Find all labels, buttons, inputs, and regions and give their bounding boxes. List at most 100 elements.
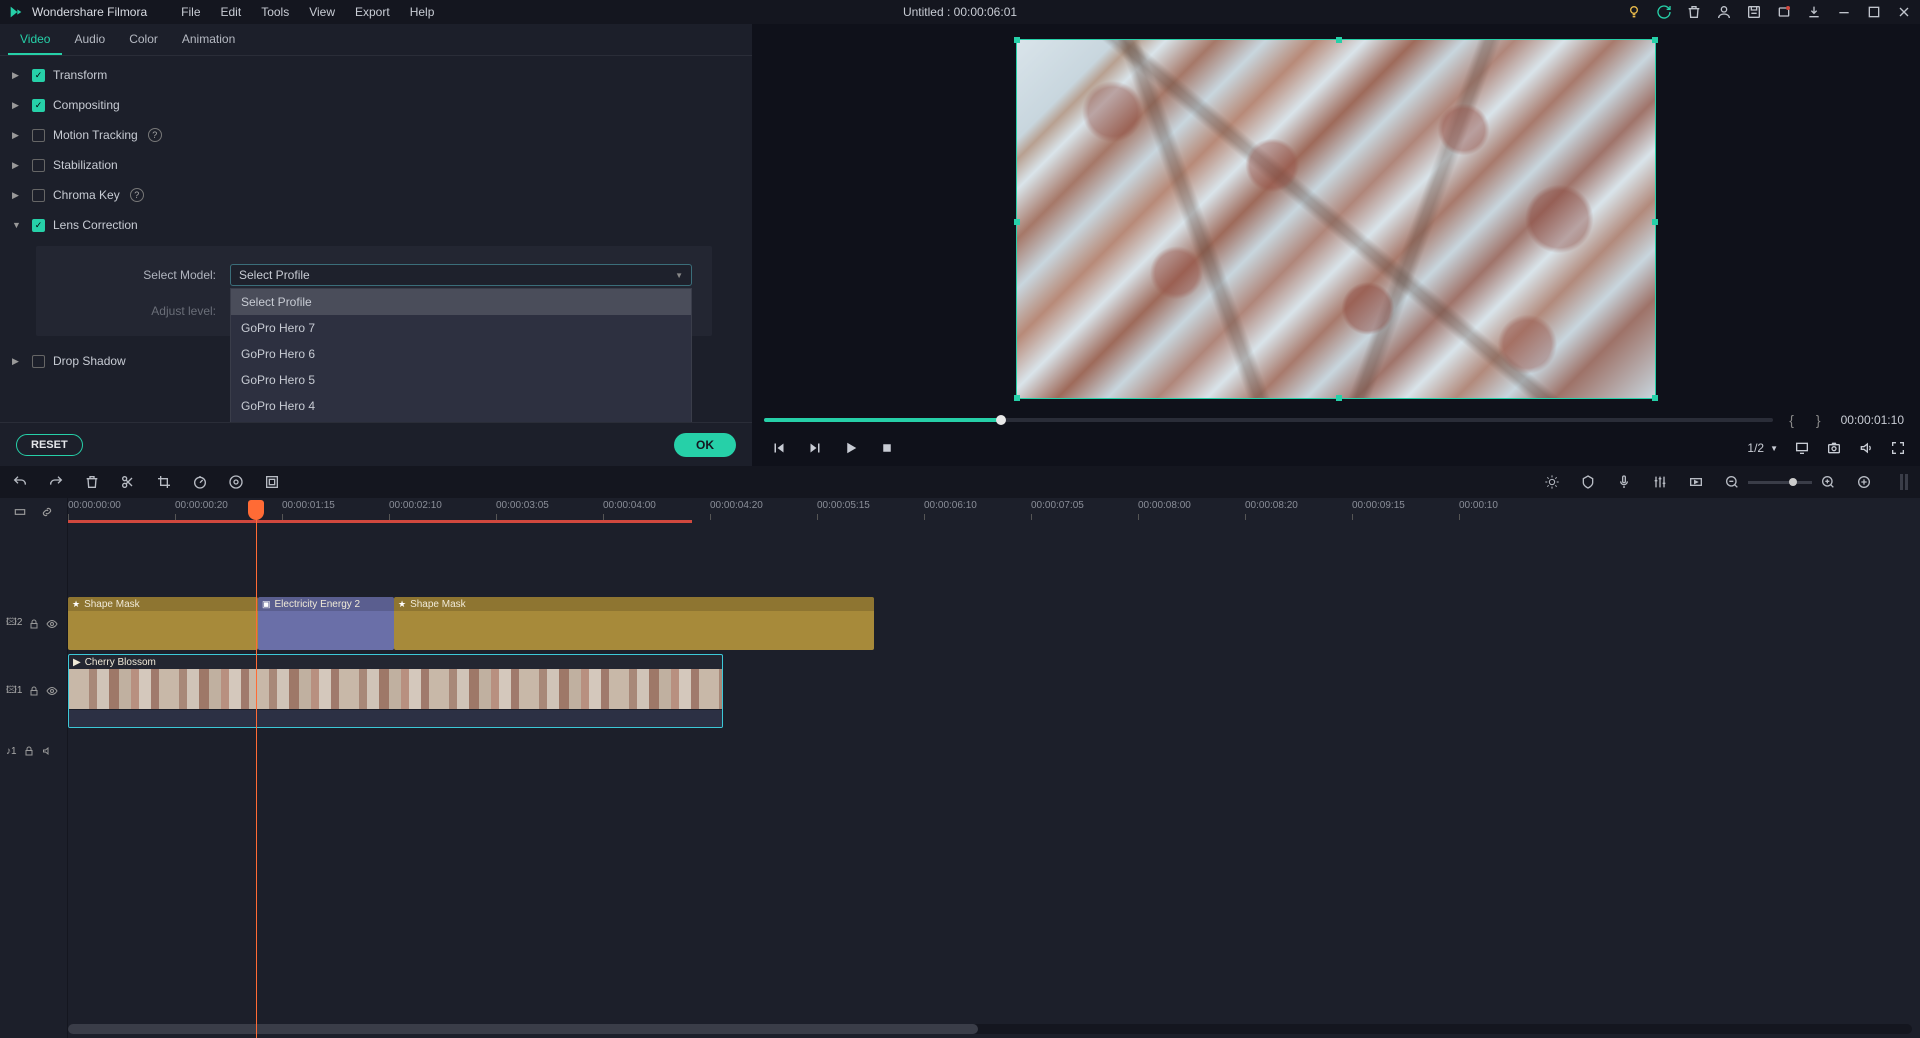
- clip-electricity-energy[interactable]: ▣Electricity Energy 2: [258, 597, 394, 650]
- stop-button[interactable]: [878, 439, 896, 457]
- render-icon[interactable]: [1544, 474, 1560, 490]
- timeline-ruler[interactable]: 00:00:00:00 00:00:00:20 00:00:01:15 00:0…: [68, 498, 1920, 526]
- fullscreen-icon[interactable]: [1890, 440, 1906, 456]
- clip-shape-mask[interactable]: ★Shape Mask: [68, 597, 258, 650]
- playhead[interactable]: [256, 500, 257, 1038]
- checkbox-chroma-key[interactable]: [32, 189, 45, 202]
- tab-animation[interactable]: Animation: [170, 24, 247, 55]
- reset-button[interactable]: RESET: [16, 434, 83, 456]
- resize-handle[interactable]: [1652, 395, 1658, 401]
- zoom-slider[interactable]: [1748, 481, 1812, 484]
- keyframe-icon[interactable]: [1688, 474, 1704, 490]
- zoom-fit-icon[interactable]: [1856, 474, 1872, 490]
- green-screen-icon[interactable]: [264, 474, 280, 490]
- section-chroma-key[interactable]: ▶ Chroma Key ?: [12, 180, 736, 210]
- dropdown-option[interactable]: Select Profile: [231, 289, 691, 315]
- ok-button[interactable]: OK: [674, 433, 736, 457]
- help-icon[interactable]: ?: [148, 128, 162, 142]
- video-preview[interactable]: [760, 28, 1912, 410]
- video-frame[interactable]: [1016, 39, 1656, 399]
- section-lens-correction[interactable]: ▼ ✓ Lens Correction: [12, 210, 736, 240]
- dropdown-option[interactable]: GoPro Hero 6: [231, 341, 691, 367]
- notification-icon[interactable]: [1776, 4, 1792, 20]
- minimize-icon[interactable]: [1836, 4, 1852, 20]
- volume-icon[interactable]: [1858, 440, 1874, 456]
- section-stabilization[interactable]: ▶ Stabilization: [12, 150, 736, 180]
- play-button[interactable]: [842, 439, 860, 457]
- lightbulb-icon[interactable]: [1626, 4, 1642, 20]
- resize-handle[interactable]: [1336, 395, 1342, 401]
- menu-file[interactable]: File: [171, 1, 210, 23]
- save-icon[interactable]: [1746, 4, 1762, 20]
- resize-handle[interactable]: [1336, 37, 1342, 43]
- help-icon[interactable]: ?: [130, 188, 144, 202]
- split-icon[interactable]: [120, 474, 136, 490]
- mark-out-icon[interactable]: }: [1810, 412, 1827, 428]
- preview-zoom-select[interactable]: 1/2▼: [1747, 441, 1778, 455]
- panel-toggle-icon[interactable]: [1900, 474, 1908, 490]
- link-icon[interactable]: [40, 505, 54, 519]
- snapshot-icon[interactable]: [1826, 440, 1842, 456]
- user-icon[interactable]: [1716, 4, 1732, 20]
- select-model-dropdown[interactable]: Select Profile ▼: [230, 264, 692, 286]
- dropdown-option[interactable]: GoPro Hero 3: [231, 419, 691, 422]
- section-motion-tracking[interactable]: ▶ Motion Tracking ?: [12, 120, 736, 150]
- trash-icon[interactable]: [84, 474, 100, 490]
- maximize-icon[interactable]: [1866, 4, 1882, 20]
- menu-view[interactable]: View: [299, 1, 345, 23]
- fx-track[interactable]: ★Shape Mask ▣Electricity Energy 2 ★Shape…: [68, 596, 1920, 651]
- clip-cherry-blossom[interactable]: ▶Cherry Blossom: [68, 654, 723, 728]
- timeline-main[interactable]: 00:00:00:00 00:00:00:20 00:00:01:15 00:0…: [68, 498, 1920, 1038]
- tab-color[interactable]: Color: [117, 24, 170, 55]
- undo-icon[interactable]: [12, 474, 28, 490]
- checkbox-stabilization[interactable]: [32, 159, 45, 172]
- audio-track[interactable]: [68, 731, 1920, 771]
- play-step-button[interactable]: [806, 439, 824, 457]
- resize-handle[interactable]: [1014, 219, 1020, 225]
- voiceover-icon[interactable]: [1616, 474, 1632, 490]
- preview-progress-track[interactable]: [764, 418, 1773, 422]
- redo-icon[interactable]: [48, 474, 64, 490]
- lock-icon[interactable]: [28, 685, 40, 697]
- clip-shape-mask-2[interactable]: ★Shape Mask: [394, 597, 874, 650]
- checkbox-motion-tracking[interactable]: [32, 129, 45, 142]
- delete-icon[interactable]: [1686, 4, 1702, 20]
- menu-edit[interactable]: Edit: [211, 1, 252, 23]
- checkbox-compositing[interactable]: ✓: [32, 99, 45, 112]
- menu-help[interactable]: Help: [400, 1, 445, 23]
- eye-icon[interactable]: [46, 618, 58, 630]
- tab-audio[interactable]: Audio: [62, 24, 117, 55]
- color-icon[interactable]: [228, 474, 244, 490]
- hscroll-thumb[interactable]: [68, 1024, 978, 1034]
- checkbox-transform[interactable]: ✓: [32, 69, 45, 82]
- dropdown-option[interactable]: GoPro Hero 5: [231, 367, 691, 393]
- checkbox-drop-shadow[interactable]: [32, 355, 45, 368]
- mute-icon[interactable]: [41, 745, 53, 757]
- resize-handle[interactable]: [1014, 395, 1020, 401]
- crop-icon[interactable]: [156, 474, 172, 490]
- video-track[interactable]: ▶Cherry Blossom: [68, 651, 1920, 731]
- resize-handle[interactable]: [1014, 37, 1020, 43]
- marker-icon[interactable]: [1580, 474, 1596, 490]
- mixer-icon[interactable]: [1652, 474, 1668, 490]
- display-icon[interactable]: [1794, 440, 1810, 456]
- tab-video[interactable]: Video: [8, 24, 62, 55]
- checkbox-lens-correction[interactable]: ✓: [32, 219, 45, 232]
- timeline-hscroll[interactable]: [68, 1024, 1912, 1034]
- resize-handle[interactable]: [1652, 219, 1658, 225]
- lock-icon[interactable]: [28, 618, 40, 630]
- zoom-thumb[interactable]: [1789, 478, 1797, 486]
- menu-export[interactable]: Export: [345, 1, 400, 23]
- close-icon[interactable]: [1896, 4, 1912, 20]
- overwrite-icon[interactable]: [13, 505, 27, 519]
- zoom-in-icon[interactable]: [1820, 474, 1836, 490]
- refresh-icon[interactable]: [1656, 4, 1672, 20]
- section-compositing[interactable]: ▶ ✓ Compositing: [12, 90, 736, 120]
- download-icon[interactable]: [1806, 4, 1822, 20]
- dropdown-option[interactable]: GoPro Hero 7: [231, 315, 691, 341]
- zoom-out-icon[interactable]: [1724, 474, 1740, 490]
- dropdown-option[interactable]: GoPro Hero 4: [231, 393, 691, 419]
- speed-icon[interactable]: [192, 474, 208, 490]
- resize-handle[interactable]: [1652, 37, 1658, 43]
- prev-frame-button[interactable]: [770, 439, 788, 457]
